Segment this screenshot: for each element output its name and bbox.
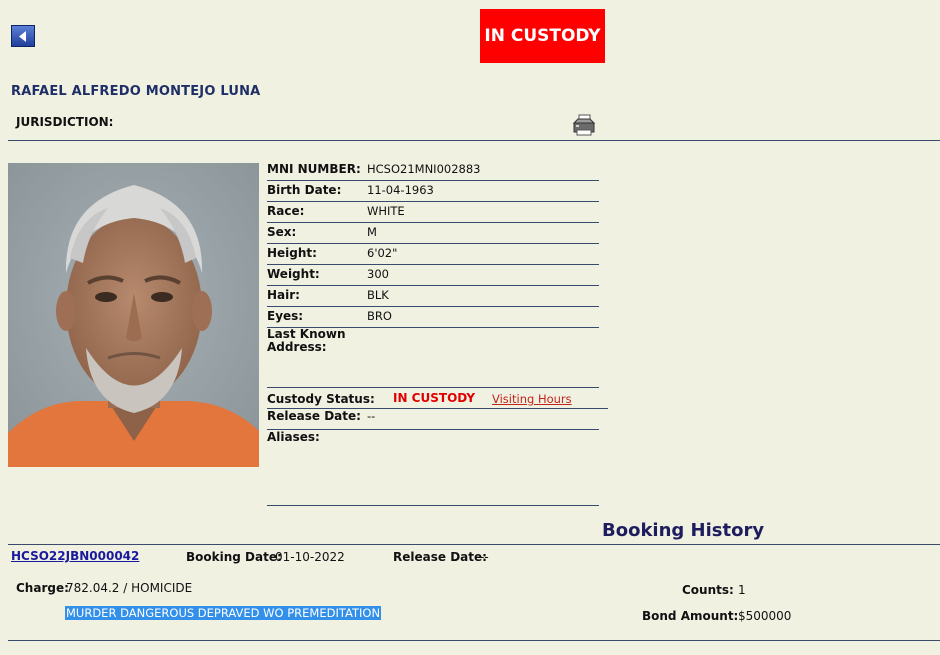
- race-value: WHITE: [367, 204, 405, 218]
- printer-icon[interactable]: [572, 113, 596, 140]
- address-label-line-2: Address:: [267, 340, 327, 354]
- sex-value: M: [367, 225, 377, 239]
- counts-label: Counts:: [682, 583, 734, 597]
- mni-label: MNI NUMBER:: [267, 162, 361, 176]
- custody-status-value: IN CUSTODY: [393, 391, 476, 405]
- inmate-name: RAFAEL ALFREDO MONTEJO LUNA: [11, 84, 261, 99]
- address-row: Last Known Address:: [267, 328, 599, 388]
- offense-description: MURDER DANGEROUS DEPRAVED WO PREMEDITATI…: [65, 606, 382, 620]
- sex-label: Sex:: [267, 225, 297, 239]
- weight-label: Weight:: [267, 267, 320, 281]
- eyes-row: Eyes: BRO: [267, 310, 599, 328]
- counts-value: 1: [738, 583, 746, 597]
- sex-row: Sex: M: [267, 226, 599, 244]
- charge-value: 782.04.2 / HOMICIDE: [66, 581, 193, 595]
- back-arrow-icon: [19, 31, 26, 42]
- header-divider: [8, 140, 940, 141]
- inmate-photo: [8, 163, 259, 467]
- release-date-row: Release Date: --: [267, 410, 599, 430]
- eyes-label: Eyes:: [267, 309, 304, 323]
- charge-label: Charge:: [16, 581, 69, 595]
- height-label: Height:: [267, 246, 317, 260]
- booking-date-label: Booking Date:: [186, 550, 282, 564]
- visiting-hours-link[interactable]: Visiting Hours: [492, 392, 572, 406]
- release-date-value: --: [367, 409, 376, 423]
- booking-divider: [8, 544, 940, 545]
- hair-label: Hair:: [267, 288, 300, 302]
- back-button[interactable]: [11, 25, 35, 47]
- bond-amount-label: Bond Amount:: [642, 609, 739, 623]
- custody-banner: IN CUSTODY: [480, 9, 605, 63]
- booking-date-value: 01-10-2022: [275, 550, 345, 564]
- aliases-label: Aliases:: [267, 430, 320, 444]
- birth-date-label: Birth Date:: [267, 183, 342, 197]
- weight-row: Weight: 300: [267, 268, 599, 286]
- footer-divider: [8, 640, 940, 641]
- birth-date-row: Birth Date: 11-04-1963: [267, 184, 599, 202]
- bond-amount-value: $500000: [738, 609, 792, 623]
- release-date-label: Release Date:: [267, 409, 361, 423]
- booking-history-title: Booking History: [602, 520, 765, 541]
- booking-number-link[interactable]: HCSO22JBN000042: [11, 549, 139, 563]
- booking-release-date-label: Release Date:: [393, 550, 487, 564]
- birth-date-value: 11-04-1963: [367, 183, 434, 197]
- aliases-row: Aliases:: [267, 431, 599, 506]
- race-label: Race:: [267, 204, 305, 218]
- jurisdiction-label: JURISDICTION:: [16, 115, 114, 129]
- height-row: Height: 6'02": [267, 247, 599, 265]
- hair-row: Hair: BLK: [267, 289, 599, 307]
- address-label: Last Known Address:: [267, 328, 346, 354]
- weight-value: 300: [367, 267, 389, 281]
- address-label-line-1: Last Known: [267, 327, 346, 341]
- race-row: Race: WHITE: [267, 205, 599, 223]
- height-value: 6'02": [367, 246, 398, 260]
- eyes-value: BRO: [367, 309, 392, 323]
- mni-value: HCSO21MNI002883: [367, 162, 481, 176]
- custody-status-label: Custody Status:: [267, 392, 375, 406]
- booking-release-date-value: --: [480, 550, 489, 564]
- mni-row: MNI NUMBER: HCSO21MNI002883: [267, 163, 599, 181]
- hair-value: BLK: [367, 288, 389, 302]
